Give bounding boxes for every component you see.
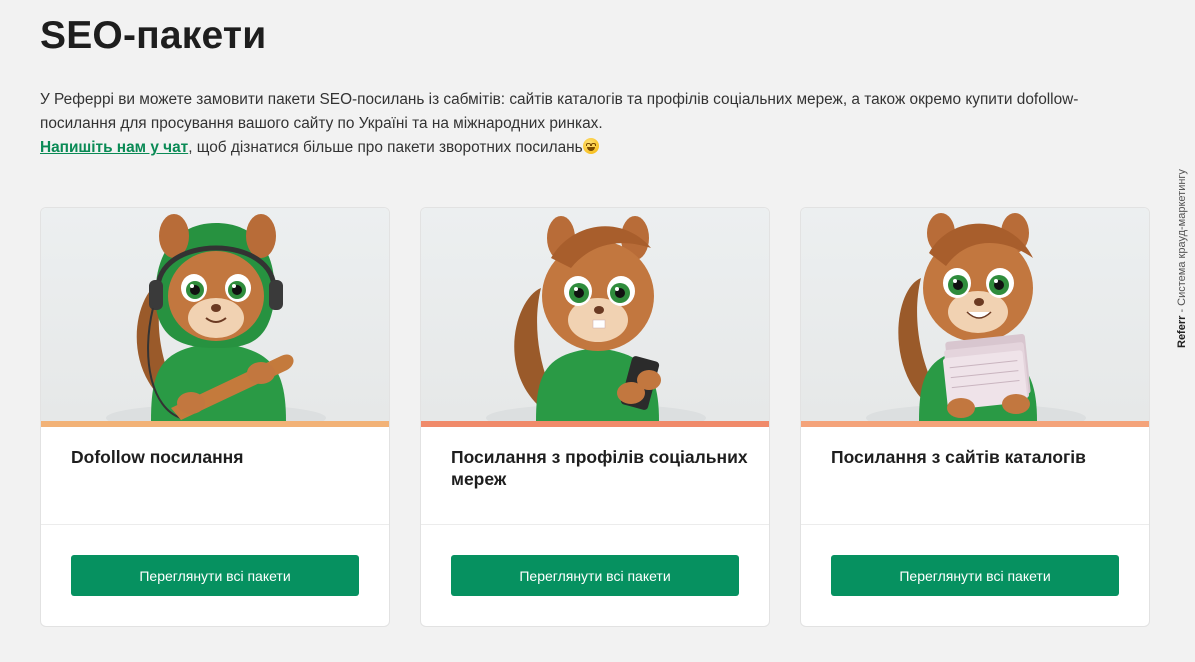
vertical-brand-label: Referr - Система крауд-маркетингу	[1176, 152, 1190, 352]
card-accent-stripe	[41, 421, 389, 427]
card-divider	[421, 524, 769, 525]
package-card-catalog-sites: Посилання з сайтів каталогів Переглянути…	[800, 207, 1150, 627]
smile-emoji-icon	[582, 138, 599, 154]
page-title: SEO-пакети	[40, 14, 267, 57]
brand-tagline: - Система крауд-маркетингу	[1176, 169, 1188, 316]
squirrel-headphones-image	[41, 208, 389, 421]
card-title: Посилання з сайтів каталогів	[831, 447, 1086, 467]
card-divider	[41, 524, 389, 525]
chat-link[interactable]: Напишіть нам у чат	[40, 139, 188, 156]
card-accent-stripe	[801, 421, 1149, 427]
card-accent-stripe	[421, 421, 769, 427]
brand-name: Referr	[1176, 315, 1188, 348]
card-title: Dofollow посилання	[71, 447, 244, 467]
card-title: Посилання з профілів соціальних мереж	[451, 447, 748, 489]
view-all-packages-button[interactable]: Переглянути всі пакети	[831, 555, 1119, 596]
package-card-dofollow: Dofollow посилання Переглянути всі пакет…	[40, 207, 390, 627]
intro-text-block: У Рефеpрі ви можете замовити пакети SEO-…	[40, 88, 1150, 160]
view-all-packages-button[interactable]: Переглянути всі пакети	[71, 555, 359, 596]
intro-paragraph: У Рефеpрі ви можете замовити пакети SEO-…	[40, 91, 1079, 132]
chat-suffix: , щоб дізнатися більше про пакети зворот…	[188, 139, 583, 156]
package-card-social-profiles: Посилання з профілів соціальних мереж Пе…	[420, 207, 770, 627]
view-all-packages-button[interactable]: Переглянути всі пакети	[451, 555, 739, 596]
card-divider	[801, 524, 1149, 525]
squirrel-documents-image	[801, 208, 1149, 421]
squirrel-phone-image	[421, 208, 769, 421]
chat-line: Напишіть нам у чат, щоб дізнатися більше…	[40, 136, 1150, 160]
